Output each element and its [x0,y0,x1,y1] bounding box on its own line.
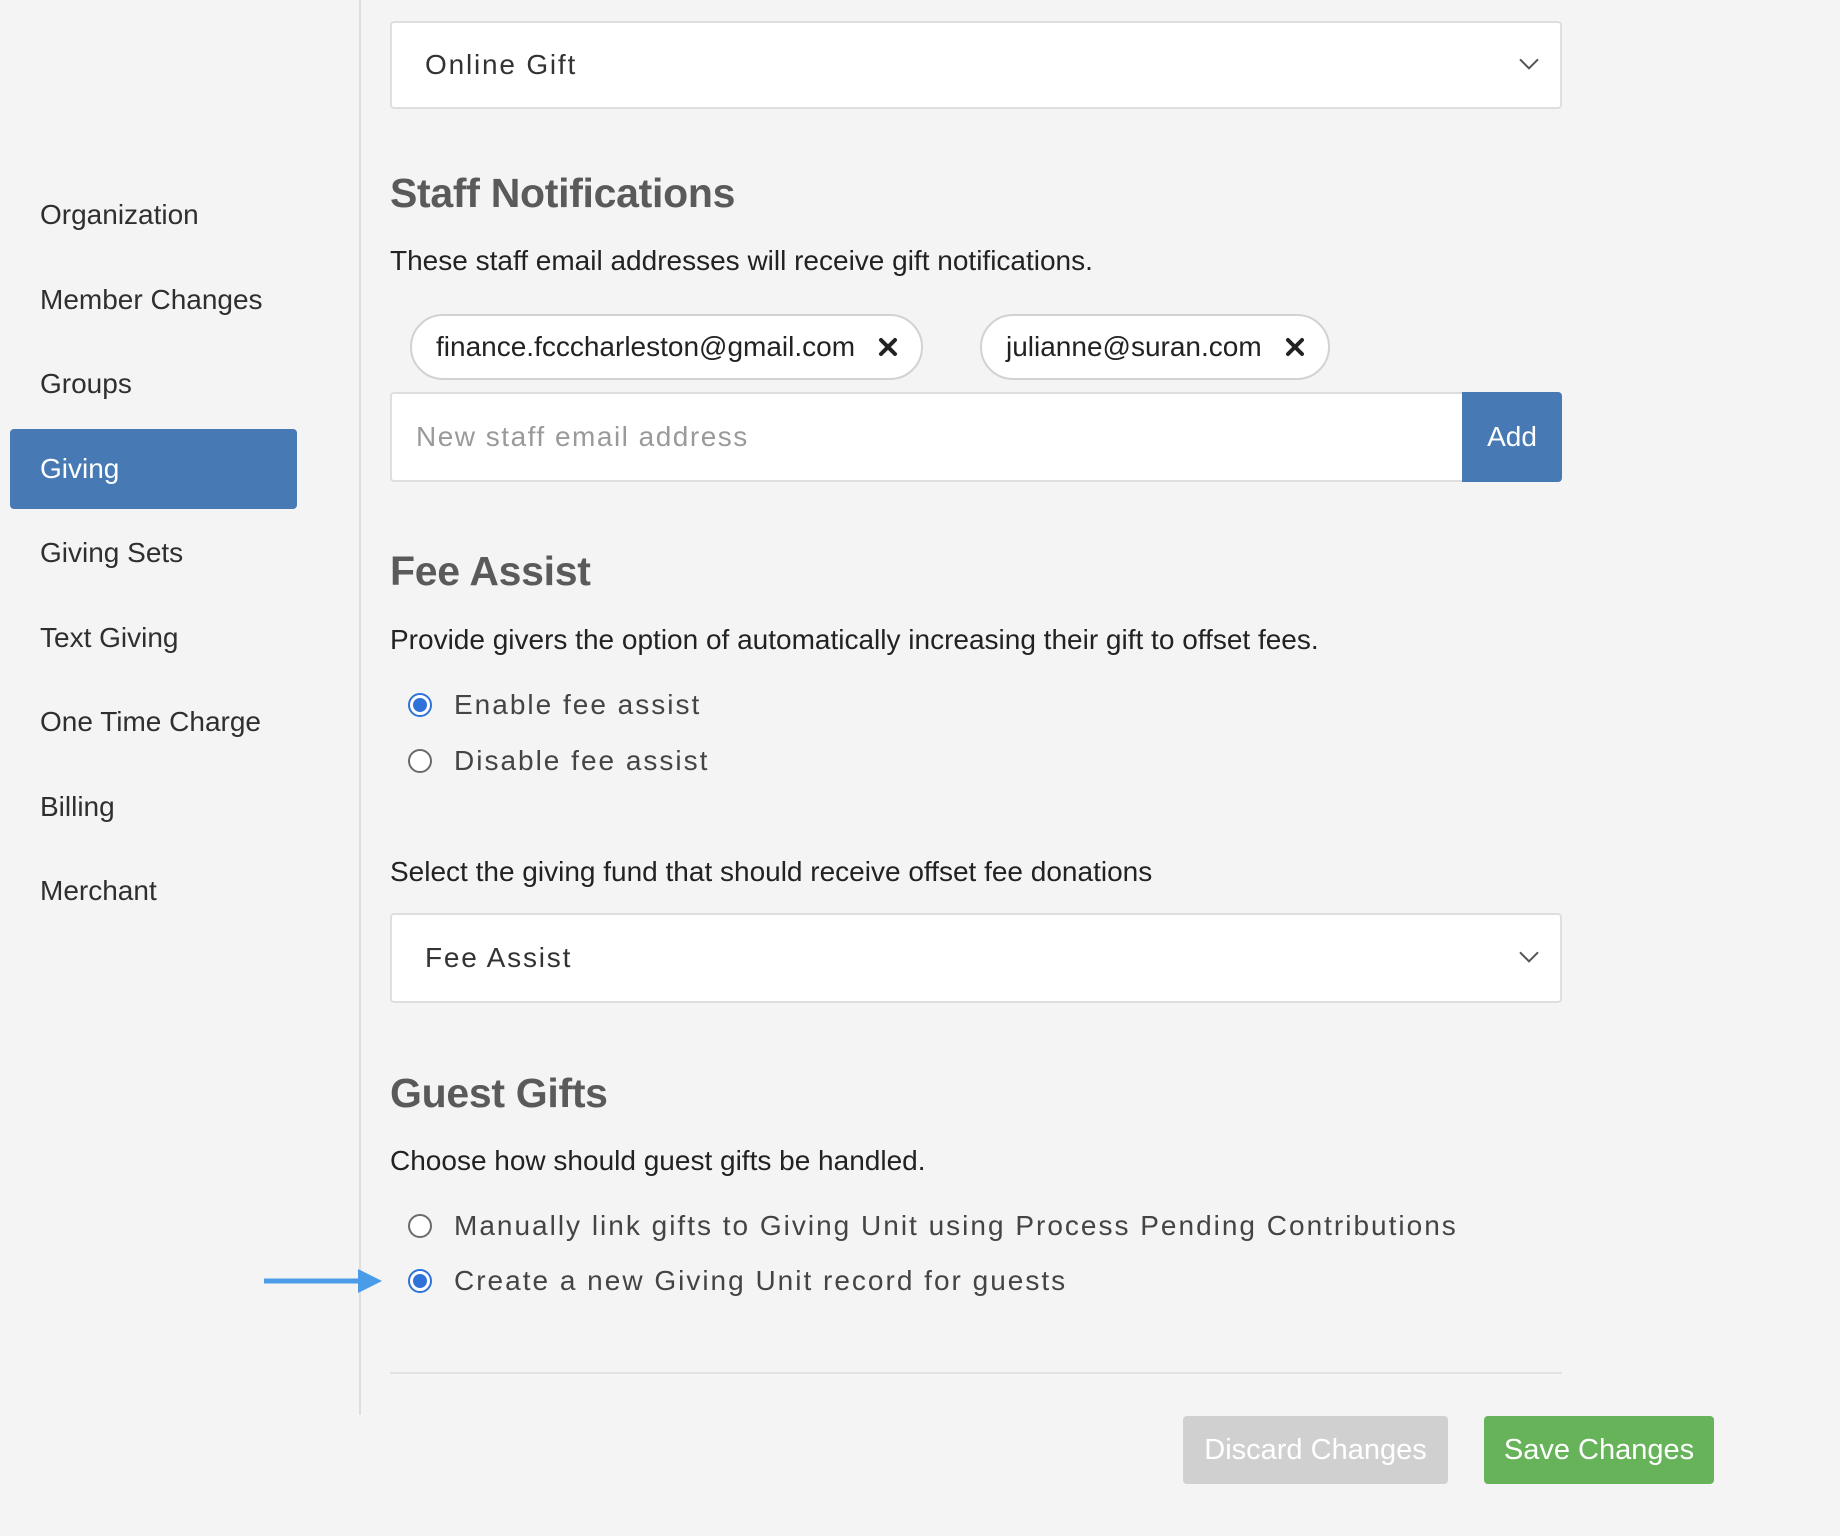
sidebar-item-member-changes[interactable]: Member Changes [10,260,297,340]
email-chip: julianne@suran.com [980,314,1330,380]
remove-icon[interactable] [877,336,899,358]
guest-gifts-title: Guest Gifts [390,1070,608,1116]
staff-notifications-description: These staff email addresses will receive… [390,245,1093,276]
gift-type-select-value: Online Gift [425,49,578,80]
fee-fund-select-value: Fee Assist [425,942,573,973]
radio-checked-icon[interactable] [408,1269,432,1293]
radio-unchecked-icon[interactable] [408,1214,432,1238]
sidebar-item-merchant[interactable]: Merchant [10,851,297,931]
sidebar-item-groups[interactable]: Groups [10,344,297,424]
fee-assist-description: Provide givers the option of automatical… [390,624,1319,655]
annotation-arrow-icon [264,1269,382,1293]
gift-type-select[interactable]: Online Gift [390,21,1562,109]
fee-assist-title: Fee Assist [390,548,591,594]
actions-divider [390,1372,1562,1374]
disable-fee-assist-radio[interactable]: Disable fee assist [408,745,709,777]
staff-notifications-title: Staff Notifications [390,170,736,216]
radio-label: Enable fee assist [454,689,702,720]
manual-link-gifts-radio[interactable]: Manually link gifts to Giving Unit using… [408,1210,1458,1242]
radio-label: Disable fee assist [454,745,710,776]
settings-nav: Organization Member Changes Groups Givin… [10,175,297,936]
fee-fund-select[interactable]: Fee Assist [390,913,1562,1003]
email-chip-label: finance.fcccharleston@gmail.com [436,331,856,362]
fee-fund-prompt: Select the giving fund that should recei… [390,856,1153,887]
radio-unchecked-icon[interactable] [408,749,432,773]
create-giving-unit-radio[interactable]: Create a new Giving Unit record for gues… [408,1265,1067,1297]
radio-label: Manually link gifts to Giving Unit using… [454,1210,1458,1241]
chevron-down-icon [1519,951,1539,963]
discard-changes-button[interactable]: Discard Changes [1183,1416,1448,1484]
guest-gifts-description: Choose how should guest gifts be handled… [390,1145,926,1176]
remove-icon[interactable] [1284,336,1306,358]
settings-sidebar: Organization Member Changes Groups Givin… [0,0,361,1415]
new-staff-email-input[interactable] [390,392,1462,482]
email-chip-label: julianne@suran.com [1006,331,1262,362]
add-email-button[interactable]: Add [1462,392,1562,482]
radio-label: Create a new Giving Unit record for gues… [454,1265,1068,1296]
sidebar-item-billing[interactable]: Billing [10,767,297,847]
enable-fee-assist-radio[interactable]: Enable fee assist [408,689,701,721]
sidebar-item-text-giving[interactable]: Text Giving [10,598,297,678]
sidebar-item-one-time-charge[interactable]: One Time Charge [10,682,297,762]
save-changes-button[interactable]: Save Changes [1484,1416,1714,1484]
sidebar-item-giving[interactable]: Giving [10,428,297,509]
email-chip: finance.fcccharleston@gmail.com [410,314,924,380]
sidebar-item-organization[interactable]: Organization [10,175,297,255]
chevron-down-icon [1519,58,1539,70]
radio-checked-icon[interactable] [408,693,432,717]
sidebar-item-giving-sets[interactable]: Giving Sets [10,513,297,593]
